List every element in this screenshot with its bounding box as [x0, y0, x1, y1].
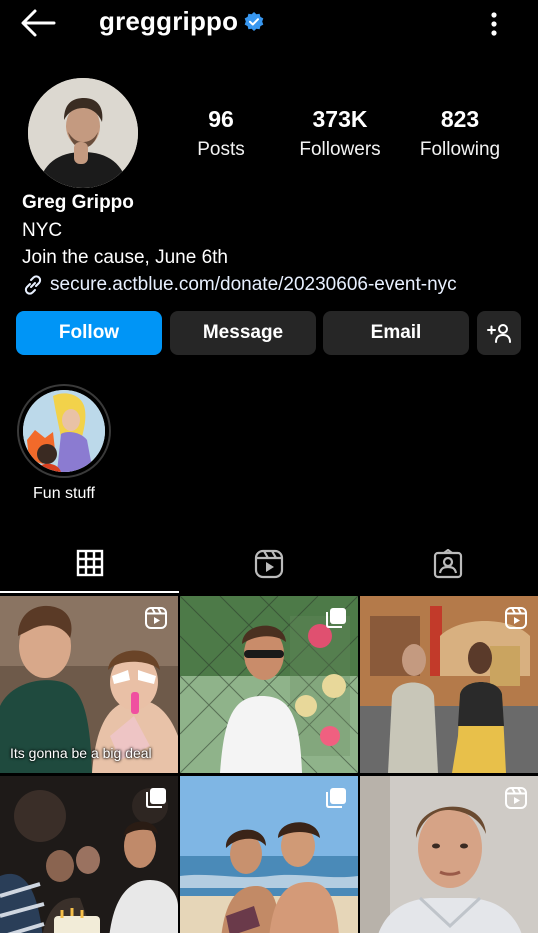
stat-following-count: 823	[440, 106, 480, 132]
post-tile[interactable]: Its gonna be a big deal	[0, 596, 178, 773]
tagged-icon	[433, 549, 462, 579]
add-person-button[interactable]	[477, 311, 521, 355]
post-tile[interactable]	[0, 776, 178, 933]
stat-followers-count: 373K	[312, 106, 368, 132]
profile-location: NYC	[22, 220, 63, 241]
carousel-badge-icon	[326, 608, 346, 628]
grid-icon	[76, 549, 103, 577]
carousel-badge-icon	[146, 788, 166, 808]
verified-badge-icon	[244, 12, 264, 31]
reel-badge-icon	[145, 607, 167, 629]
tab-tagged[interactable]	[358, 535, 537, 593]
stat-followers-label: Followers	[299, 139, 381, 160]
post-tile[interactable]	[360, 776, 538, 933]
stat-posts-label: Posts	[197, 139, 245, 160]
profile-link[interactable]: secure.actblue.com/donate/20230606-event…	[22, 271, 522, 299]
arrow-left-icon[interactable]	[20, 8, 56, 38]
link-icon	[24, 275, 42, 295]
profile-name: Greg Grippo	[22, 192, 134, 213]
profile-link-text[interactable]: secure.actblue.com/donate/20230606-event…	[50, 274, 457, 296]
reels-icon	[254, 549, 283, 579]
message-button[interactable]: Message	[170, 311, 316, 355]
stat-following-label: Following	[419, 139, 501, 160]
top-bar: greggrippo	[0, 0, 538, 50]
stat-following[interactable]: 823 Following	[410, 106, 510, 161]
profile-tagline: Join the cause, June 6th	[22, 247, 228, 268]
profile-avatar[interactable]	[28, 78, 138, 188]
post-tile[interactable]	[180, 596, 358, 773]
highlight-ring	[17, 384, 111, 478]
post-caption: Its gonna be a big deal	[10, 745, 152, 761]
posts-grid: Its gonna be a big deal	[0, 596, 538, 933]
carousel-badge-icon	[326, 788, 346, 808]
stat-followers[interactable]: 373K Followers	[290, 106, 390, 161]
tab-reels[interactable]	[179, 535, 358, 593]
profile-tabs	[0, 535, 538, 593]
highlight-label: Fun stuff	[33, 485, 95, 502]
more-vertical-icon[interactable]	[484, 10, 504, 38]
stat-posts-count: 96	[208, 106, 234, 132]
tab-posts-grid[interactable]	[0, 535, 179, 593]
post-tile[interactable]	[360, 596, 538, 773]
profile-bio: Greg Grippo NYC Join the cause, June 6th…	[22, 192, 522, 299]
add-person-icon	[487, 324, 511, 343]
reel-badge-icon	[505, 787, 527, 809]
highlight-cover	[23, 390, 105, 472]
story-highlight[interactable]: Fun stuff	[16, 384, 112, 502]
post-tile[interactable]	[180, 776, 358, 933]
profile-username: greggrippo	[99, 6, 239, 36]
follow-button[interactable]: Follow	[16, 311, 162, 355]
reel-badge-icon	[505, 607, 527, 629]
stat-posts[interactable]: 96 Posts	[180, 106, 262, 161]
email-button[interactable]: Email	[323, 311, 469, 355]
